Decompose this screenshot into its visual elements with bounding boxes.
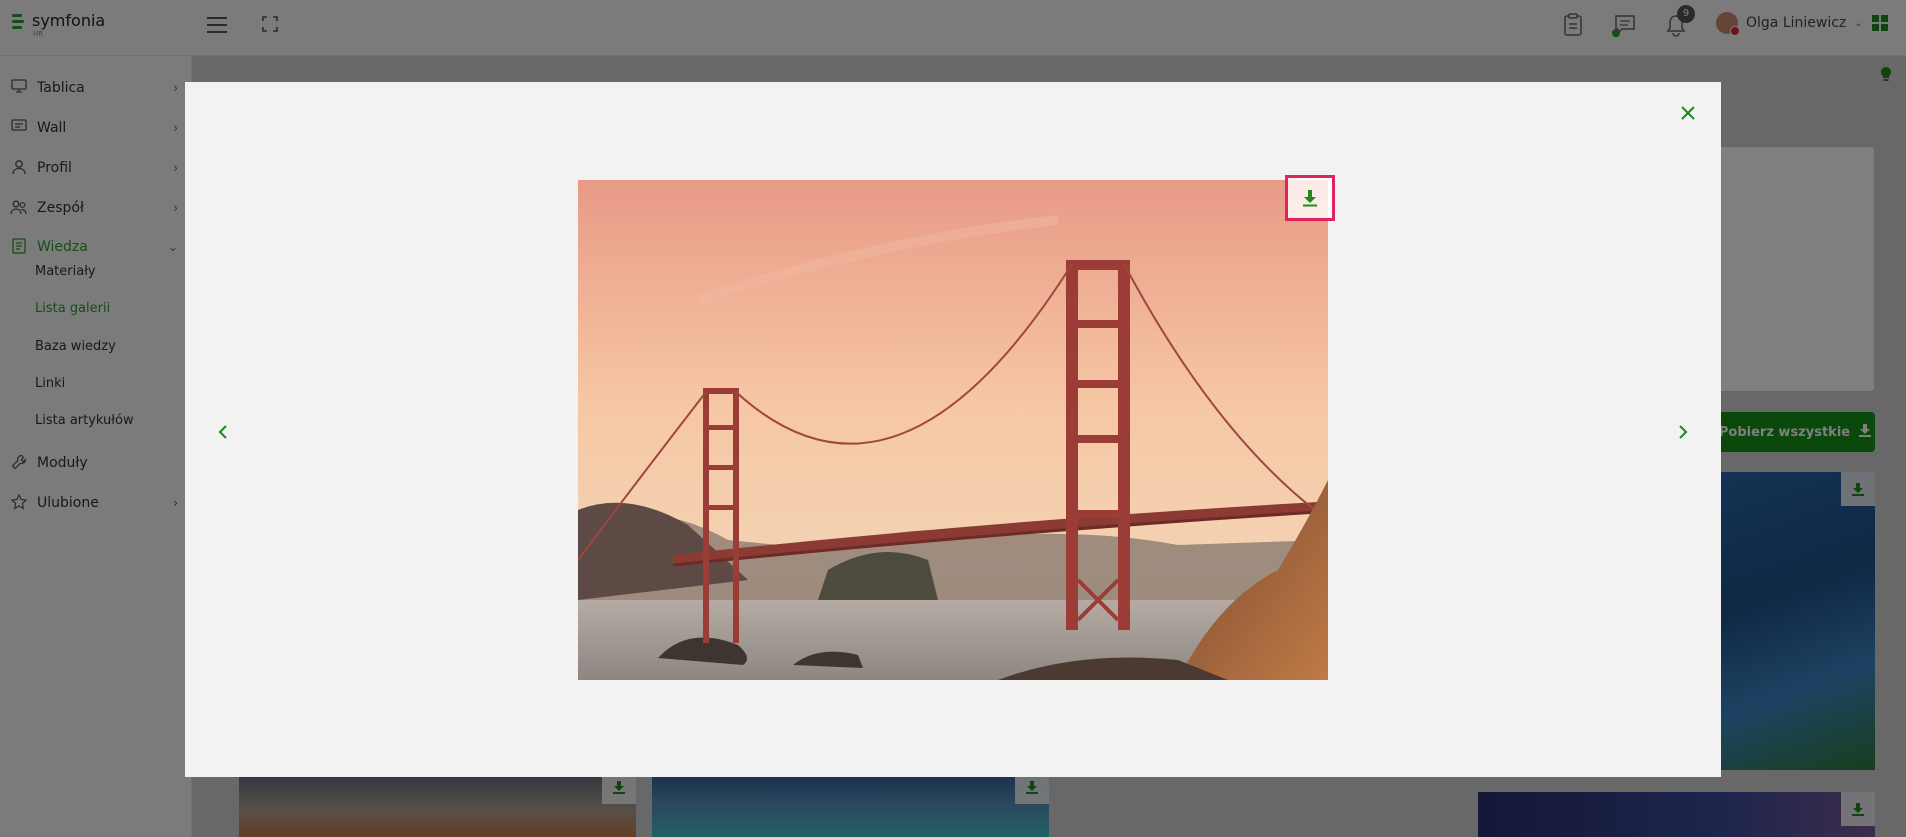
download-icon[interactable]	[1285, 175, 1335, 221]
image-preview-modal	[185, 82, 1721, 777]
close-icon[interactable]	[1677, 102, 1699, 124]
chevron-right-icon[interactable]	[1675, 422, 1691, 442]
chevron-left-icon[interactable]	[215, 422, 231, 442]
preview-image	[578, 180, 1328, 680]
